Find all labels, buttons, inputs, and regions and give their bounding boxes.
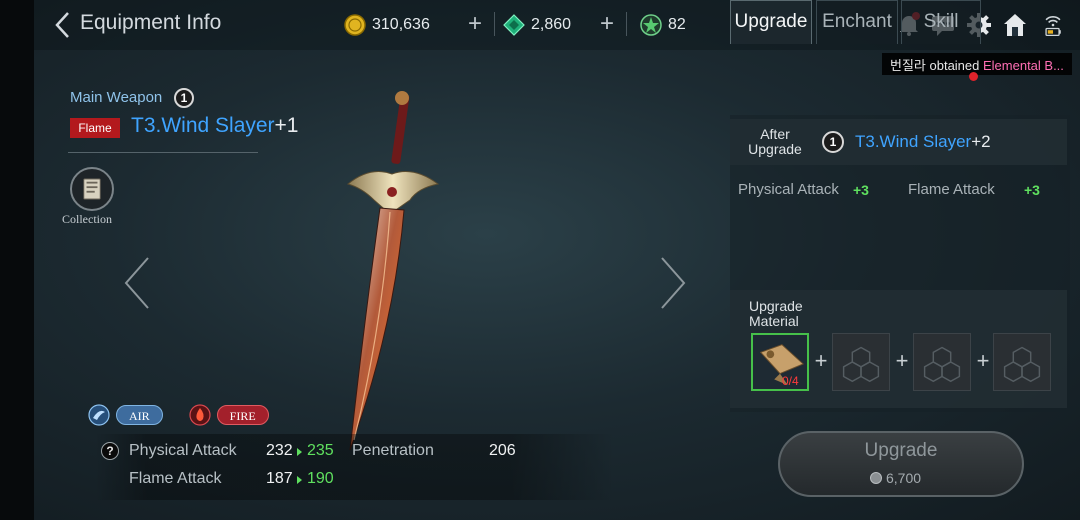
material-slot-filled[interactable] <box>751 333 809 391</box>
upgrade-cost: 6,700 <box>870 470 921 486</box>
empty-slot-icon <box>923 346 961 383</box>
tab-enchant[interactable]: Enchant <box>816 0 898 44</box>
flame-attack-current: 187 <box>266 470 293 487</box>
physical-attack-current: 232 <box>266 442 293 459</box>
gold-amount: 310,636 <box>372 16 430 33</box>
plus-separator: + <box>895 348 909 373</box>
wifi-battery-icon <box>1045 16 1061 37</box>
tier-badge: 1 <box>174 88 194 108</box>
after-upgrade-label: After Upgrade <box>748 126 802 157</box>
air-element-icon[interactable] <box>88 404 110 426</box>
energy-icon <box>640 14 662 36</box>
physical-attack-label: Physical Attack <box>129 442 237 459</box>
fire-element-icon[interactable] <box>189 404 211 426</box>
upgrade-cost-value: 6,700 <box>886 470 922 486</box>
flame-attack-label: Flame Attack <box>129 470 222 487</box>
fire-element-tag: FIRE <box>216 405 269 425</box>
material-slot-empty[interactable] <box>913 333 971 391</box>
divider <box>68 152 258 153</box>
add-gold-button[interactable]: + <box>465 12 485 36</box>
tab-skill-alert-dot <box>969 72 978 81</box>
gold-currency: 310,636 <box>344 12 430 38</box>
element-skill-row: AIR FIRE <box>88 402 269 428</box>
flame-attack-new: 190 <box>307 470 334 487</box>
gem-amount: 2,860 <box>531 16 572 33</box>
material-count: 0/4 <box>782 374 799 388</box>
gain-flame-attack-label: Flame Attack <box>908 181 995 198</box>
coin-icon <box>870 472 882 484</box>
gain-physical-attack-label: Physical Attack <box>738 181 839 198</box>
material-slot-empty[interactable] <box>832 333 890 391</box>
tier-badge: 1 <box>822 131 844 153</box>
energy-currency: 82 <box>640 12 686 38</box>
plus-separator: + <box>976 348 990 373</box>
air-element-tag: AIR <box>116 405 163 425</box>
material-slot-empty[interactable] <box>993 333 1051 391</box>
gain-physical-attack-value: +3 <box>853 182 869 198</box>
next-arrow-icon[interactable] <box>658 255 688 311</box>
gain-flame-attack-value: +3 <box>1024 182 1040 198</box>
penetration-value: 206 <box>489 442 516 459</box>
plus-separator: + <box>814 348 828 373</box>
divider <box>626 12 627 36</box>
empty-slot-icon <box>1003 346 1041 383</box>
penetration-label: Penetration <box>352 442 434 459</box>
weapon-slot-label: Main Weapon <box>70 89 163 106</box>
tab-skill[interactable]: Skill <box>901 0 981 44</box>
gold-coin-icon <box>344 14 366 36</box>
notification-text: 번질라 obtained <box>890 58 983 73</box>
collection-label: Collection <box>62 212 112 226</box>
obtained-notification: 번질라 obtained Elemental B... <box>882 53 1072 75</box>
green-gem-icon <box>503 14 525 36</box>
upgrade-material-label: Upgrade Material <box>749 298 803 329</box>
element-tag: Flame <box>70 118 120 138</box>
page-title: Equipment Info <box>80 11 222 34</box>
tab-upgrade[interactable]: Upgrade <box>730 0 812 44</box>
collection-book-icon[interactable] <box>70 167 114 211</box>
prev-arrow-icon[interactable] <box>122 255 152 311</box>
increase-arrow-icon <box>297 448 302 456</box>
empty-slot-icon <box>842 346 880 383</box>
help-icon[interactable]: ? <box>101 442 119 460</box>
energy-amount: 82 <box>668 16 686 33</box>
weapon-artwork <box>346 91 440 451</box>
notification-item-name: Elemental B... <box>982 58 1064 73</box>
increase-arrow-icon <box>297 476 302 484</box>
physical-attack-new: 235 <box>307 442 334 459</box>
add-gem-button[interactable]: + <box>597 12 617 36</box>
home-icon[interactable] <box>1002 12 1028 38</box>
gem-currency: 2,860 <box>503 12 571 38</box>
after-upgrade-level: +2 <box>971 132 991 151</box>
item-level: +1 <box>274 114 299 137</box>
back-chevron-icon[interactable] <box>52 10 74 40</box>
after-upgrade-name: T3.Wind Slayer+2 <box>855 132 991 152</box>
left-edge-strip <box>0 0 34 520</box>
divider <box>494 12 495 36</box>
after-upgrade-name-text: T3.Wind Slayer <box>855 132 972 151</box>
item-name-text: T3.Wind Slayer <box>131 114 275 137</box>
upgrade-button-label: Upgrade <box>864 440 938 461</box>
item-name: T3.Wind Slayer+1 <box>131 114 299 138</box>
